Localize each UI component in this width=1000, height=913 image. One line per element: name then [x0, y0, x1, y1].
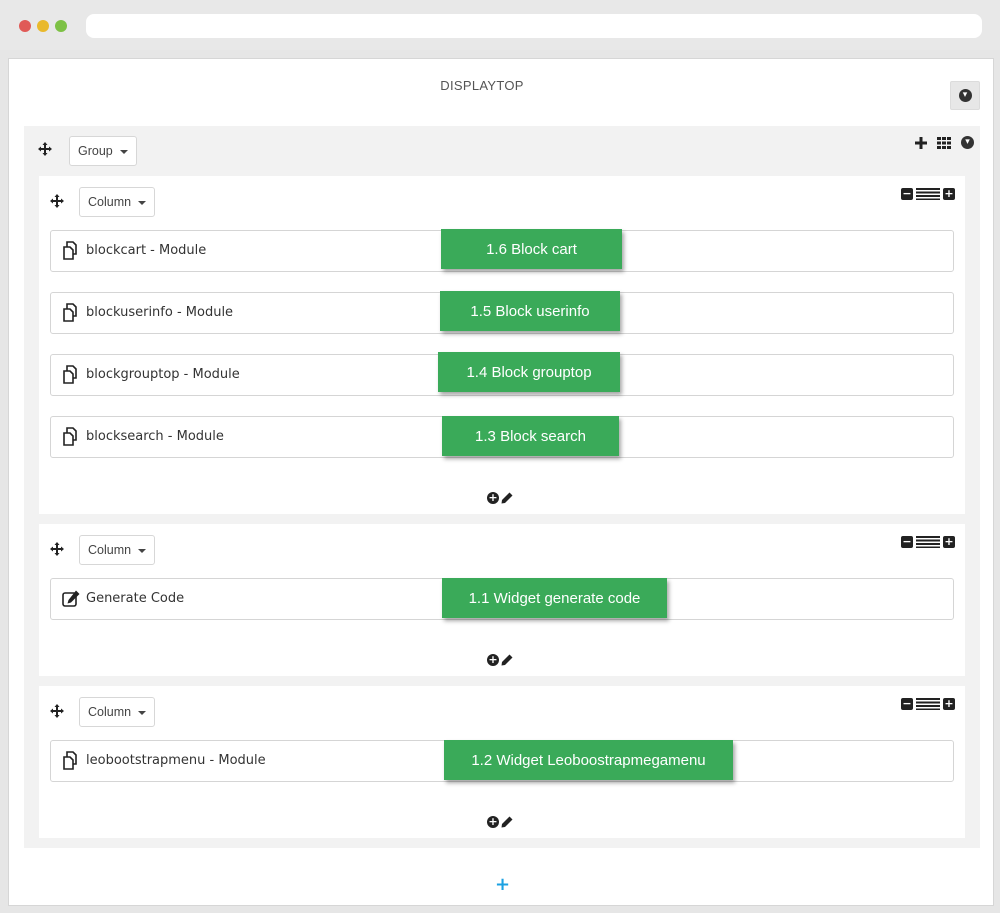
group-dropdown[interactable]: Group: [69, 136, 137, 166]
copy-icon: [63, 751, 77, 770]
minus-square-icon[interactable]: −: [901, 698, 913, 710]
caret-down-icon: [119, 149, 128, 154]
move-icon[interactable]: [50, 542, 64, 556]
width-bars-icon: [916, 188, 940, 200]
pencil-icon[interactable]: [501, 492, 513, 504]
position-toggle-button[interactable]: ▾: [950, 81, 980, 110]
minus-square-icon[interactable]: −: [901, 536, 913, 548]
add-module-plus-circle-icon[interactable]: +: [487, 492, 499, 504]
minus-square-icon[interactable]: −: [901, 188, 913, 200]
circle-arrow-down-icon[interactable]: ▾: [961, 136, 974, 149]
module-label: blocksearch - Module: [86, 429, 224, 444]
browser-chrome: [0, 0, 1000, 50]
column-actions: +: [487, 816, 513, 828]
column-width-controls: − +: [901, 536, 955, 548]
module-label: leobootstrapmenu - Module: [86, 753, 266, 768]
page-title: DISPLAYTOP: [440, 78, 524, 93]
annotation-tag: 1.6 Block cart: [441, 229, 622, 269]
column-actions: +: [487, 654, 513, 666]
move-icon[interactable]: [50, 704, 64, 718]
address-bar[interactable]: [86, 14, 982, 38]
copy-icon: [63, 365, 77, 384]
annotation-tag: 1.3 Block search: [442, 416, 619, 456]
copy-icon: [63, 241, 77, 260]
column-dropdown-label: Column: [88, 195, 132, 209]
annotation-tag: 1.5 Block userinfo: [440, 291, 620, 331]
annotation-tag: 1.4 Block grouptop: [438, 352, 620, 392]
caret-down-icon: [138, 200, 147, 205]
caret-down-icon: [138, 548, 147, 553]
column-width-controls: − +: [901, 698, 955, 710]
column-dropdown[interactable]: Column: [79, 187, 156, 217]
width-bars-icon: [916, 536, 940, 548]
pencil-icon[interactable]: [501, 654, 513, 666]
circle-arrow-down-icon: ▾: [958, 89, 972, 102]
copy-icon: [63, 303, 77, 322]
column-dropdown-label: Column: [88, 543, 132, 557]
copy-icon: [63, 427, 77, 446]
close-window-dot[interactable]: [19, 20, 31, 32]
column-dropdown[interactable]: Column: [79, 697, 156, 727]
plus-square-icon[interactable]: +: [943, 536, 955, 548]
edit-icon: [62, 590, 80, 607]
group-dropdown-label: Group: [78, 144, 113, 158]
module-label: blockcart - Module: [86, 243, 207, 258]
annotation-tag: 1.2 Widget Leoboostrapmegamenu: [444, 740, 733, 780]
column-dropdown-label: Column: [88, 705, 132, 719]
add-module-plus-circle-icon[interactable]: +: [487, 816, 499, 828]
group-toolbar: ▾: [915, 136, 974, 149]
minimize-window-dot[interactable]: [37, 20, 49, 32]
maximize-window-dot[interactable]: [55, 20, 67, 32]
add-group-plus-icon[interactable]: +: [495, 875, 510, 895]
pencil-icon[interactable]: [501, 816, 513, 828]
plus-square-icon[interactable]: +: [943, 698, 955, 710]
move-icon[interactable]: [50, 194, 64, 208]
module-label: blockgrouptop - Module: [86, 367, 240, 382]
move-icon[interactable]: [38, 142, 52, 156]
annotation-tag: 1.1 Widget generate code: [442, 578, 667, 618]
column-panel: Column − + blockcart - Module blockuseri…: [39, 176, 965, 514]
plus-square-icon[interactable]: +: [943, 188, 955, 200]
plus-icon[interactable]: [915, 136, 927, 149]
add-module-plus-circle-icon[interactable]: +: [487, 654, 499, 666]
caret-down-icon: [138, 710, 147, 715]
module-label: blockuserinfo - Module: [86, 305, 234, 320]
column-width-controls: − +: [901, 188, 955, 200]
column-actions: +: [487, 492, 513, 504]
column-dropdown[interactable]: Column: [79, 535, 156, 565]
widget-label: Generate Code: [86, 591, 185, 606]
grid-icon[interactable]: [937, 136, 951, 149]
width-bars-icon: [916, 698, 940, 710]
